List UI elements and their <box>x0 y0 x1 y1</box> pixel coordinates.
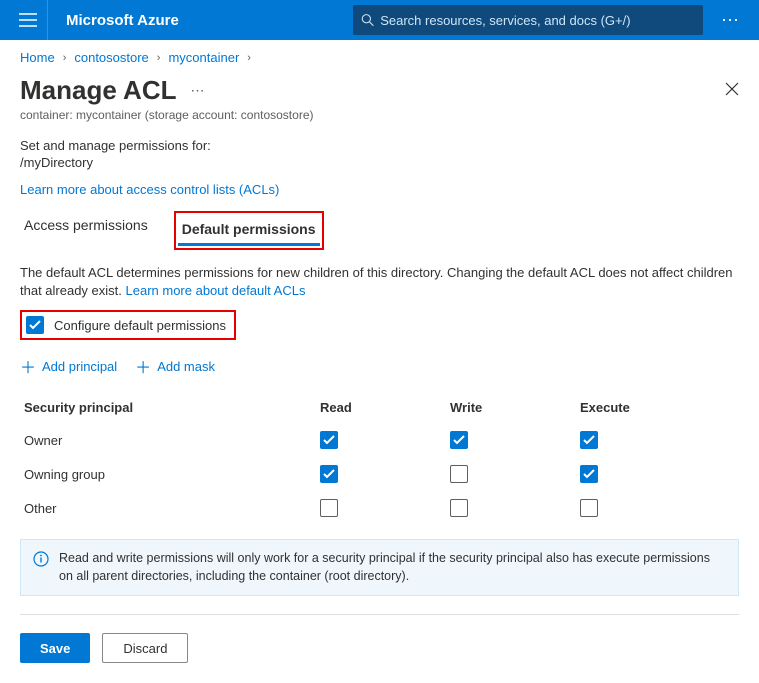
chevron-right-icon: › <box>247 52 251 64</box>
discard-button[interactable]: Discard <box>102 633 188 663</box>
col-header-read: Read <box>320 400 450 415</box>
add-principal-button[interactable]: ＋ Add principal <box>20 354 117 378</box>
execute-checkbox[interactable] <box>580 465 598 483</box>
brand-label: Microsoft Azure <box>66 12 179 29</box>
read-checkbox[interactable] <box>320 431 338 449</box>
breadcrumb-container[interactable]: mycontainer <box>168 50 239 65</box>
plus-icon: ＋ <box>135 354 151 378</box>
title-more-button[interactable]: ⋯ <box>191 82 207 99</box>
chevron-right-icon: › <box>63 52 67 64</box>
read-checkbox[interactable] <box>320 465 338 483</box>
page-title: Manage ACL <box>20 75 177 106</box>
tab-default-permissions[interactable]: Default permissions <box>178 215 320 246</box>
write-checkbox[interactable] <box>450 465 468 483</box>
execute-checkbox[interactable] <box>580 431 598 449</box>
info-box: Read and write permissions will only wor… <box>20 539 739 596</box>
info-text: Read and write permissions will only wor… <box>59 550 726 585</box>
separator <box>20 614 739 615</box>
configure-default-checkbox[interactable] <box>26 316 44 334</box>
col-header-execute: Execute <box>580 400 710 415</box>
tab-access-permissions[interactable]: Access permissions <box>20 211 152 250</box>
info-icon <box>33 551 49 567</box>
col-header-write: Write <box>450 400 580 415</box>
page-subtitle: container: mycontainer (storage account:… <box>0 108 759 138</box>
chevron-right-icon: › <box>157 52 161 64</box>
intro-text: Set and manage permissions for: <box>20 138 739 153</box>
footer-buttons: Save Discard <box>20 633 739 683</box>
search-input[interactable] <box>380 13 695 28</box>
close-button[interactable] <box>725 82 739 99</box>
top-header: Microsoft Azure ⋯ <box>0 0 759 40</box>
configure-default-row: Configure default permissions <box>20 310 236 340</box>
search-icon <box>361 13 374 27</box>
write-checkbox[interactable] <box>450 499 468 517</box>
execute-checkbox[interactable] <box>580 499 598 517</box>
read-checkbox[interactable] <box>320 499 338 517</box>
default-description: The default ACL determines permissions f… <box>20 264 739 300</box>
table-row: Owning group <box>20 457 739 491</box>
principal-name: Other <box>20 501 320 516</box>
save-button[interactable]: Save <box>20 633 90 663</box>
add-row: ＋ Add principal ＋ Add mask <box>20 354 739 378</box>
col-header-principal: Security principal <box>20 400 320 415</box>
permissions-table: Security principal Read Write Execute Ow… <box>20 392 739 525</box>
table-header: Security principal Read Write Execute <box>20 392 739 423</box>
principal-name: Owner <box>20 433 320 448</box>
breadcrumb-home[interactable]: Home <box>20 50 55 65</box>
configure-default-label: Configure default permissions <box>54 318 226 333</box>
learn-acl-link[interactable]: Learn more about access control lists (A… <box>20 182 279 197</box>
breadcrumb: Home › contosostore › mycontainer › <box>0 40 759 71</box>
breadcrumb-storage[interactable]: contosostore <box>74 50 148 65</box>
table-row: Owner <box>20 423 739 457</box>
title-row: Manage ACL ⋯ <box>0 71 759 108</box>
tabs: Access permissions Default permissions <box>20 211 739 250</box>
add-mask-button[interactable]: ＋ Add mask <box>135 354 215 378</box>
plus-icon: ＋ <box>20 354 36 378</box>
principal-name: Owning group <box>20 467 320 482</box>
highlight-box-tab: Default permissions <box>174 211 324 250</box>
search-box[interactable] <box>353 5 703 35</box>
learn-default-acl-link[interactable]: Learn more about default ACLs <box>126 283 306 298</box>
directory-path: /myDirectory <box>20 155 739 170</box>
header-more-button[interactable]: ⋯ <box>711 0 751 40</box>
write-checkbox[interactable] <box>450 431 468 449</box>
hamburger-menu[interactable] <box>8 0 48 40</box>
table-row: Other <box>20 491 739 525</box>
